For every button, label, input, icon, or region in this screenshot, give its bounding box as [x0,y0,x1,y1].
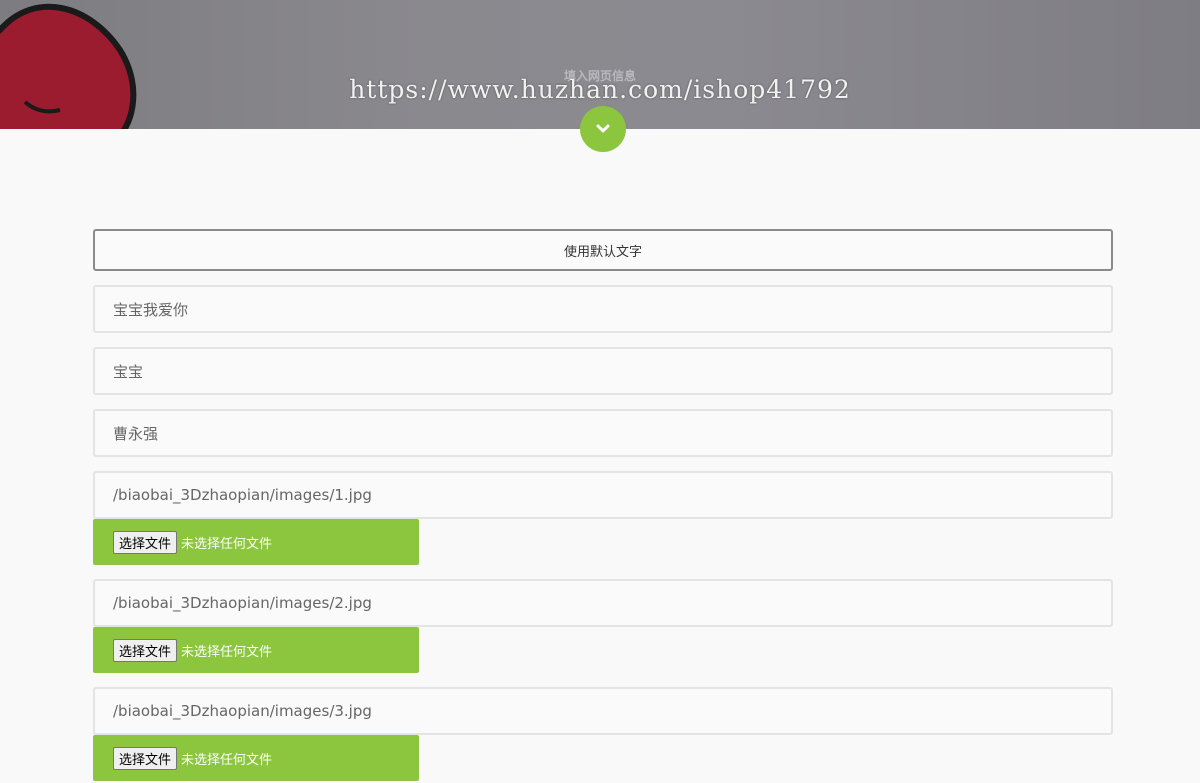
text-field-recipient[interactable]: 宝宝 [93,347,1113,395]
scroll-down-button[interactable] [580,106,626,152]
use-default-text-button[interactable]: 使用默认文字 [93,229,1113,271]
heart-image [0,3,137,129]
file-upload-2: 选择文件 未选择任何文件 [93,627,419,673]
text-field-message[interactable]: 宝宝我爱你 [93,285,1113,333]
watermark-text: https://www.huzhan.com/ishop41792 [349,75,851,104]
image-path-field-3[interactable]: /biaobai_3Dzhaopian/images/3.jpg [93,687,1113,735]
file-upload-1: 选择文件 未选择任何文件 [93,519,419,565]
choose-file-button-1[interactable]: 选择文件 [113,530,178,554]
field-value: /biaobai_3Dzhaopian/images/2.jpg [113,594,372,612]
choose-file-button-2[interactable]: 选择文件 [113,638,178,662]
file-status-2: 未选择任何文件 [181,644,273,660]
choose-file-button-3[interactable]: 选择文件 [113,746,178,770]
field-value: 宝宝我爱你 [113,300,189,319]
field-value: 宝宝 [113,362,144,381]
field-value: /biaobai_3Dzhaopian/images/1.jpg [113,486,372,504]
chevron-down-icon [596,124,610,133]
file-upload-3: 选择文件 未选择任何文件 [93,735,419,781]
field-value: /biaobai_3Dzhaopian/images/3.jpg [113,702,372,720]
image-path-field-2[interactable]: /biaobai_3Dzhaopian/images/2.jpg [93,579,1113,627]
text-field-sender[interactable]: 曹永强 [93,409,1113,457]
file-status-3: 未选择任何文件 [181,752,273,768]
image-path-field-1[interactable]: /biaobai_3Dzhaopian/images/1.jpg [93,471,1113,519]
file-status-1: 未选择任何文件 [181,536,273,552]
info-form: 使用默认文字 宝宝我爱你 宝宝 曹永强 /biaobai_3Dzhaopian/… [93,229,1113,781]
field-value: 曹永强 [113,424,159,443]
